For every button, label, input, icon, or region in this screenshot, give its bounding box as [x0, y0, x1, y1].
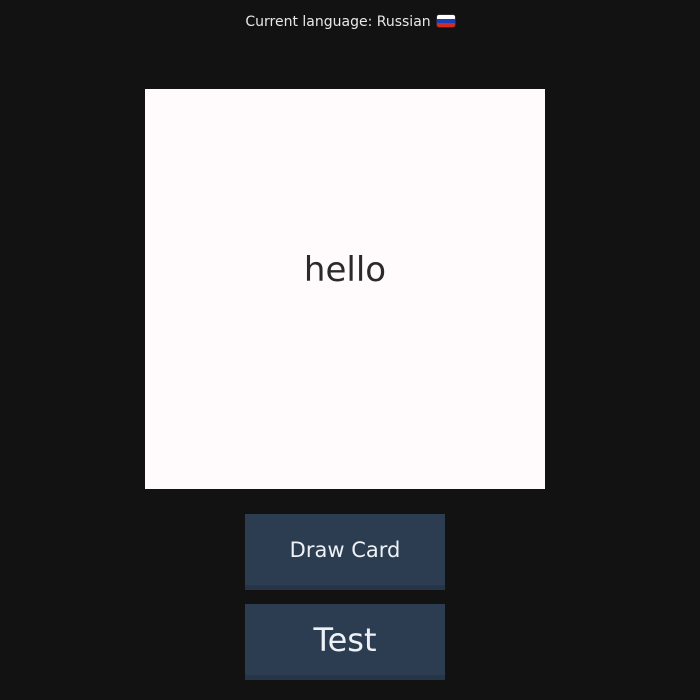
test-button[interactable]: Test — [245, 604, 445, 680]
flash-card: hello — [145, 89, 545, 489]
language-label: Current language: Russian — [245, 14, 431, 30]
russia-flag-icon — [436, 15, 455, 27]
language-indicator: Current language: Russian — [0, 12, 700, 32]
card-word: hello — [303, 250, 387, 290]
draw-card-button[interactable]: Draw Card — [245, 514, 445, 590]
app-page: Current language: Russian hello Draw Car… — [0, 0, 700, 700]
